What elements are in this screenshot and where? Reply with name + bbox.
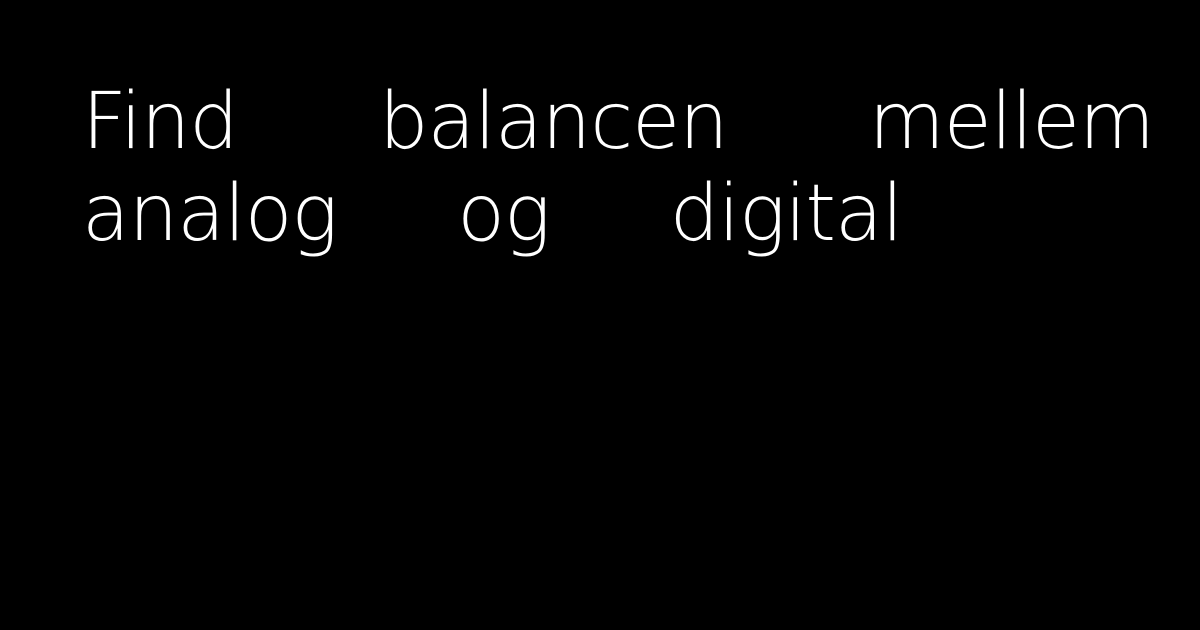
headline-word: balancen (379, 77, 729, 167)
headline-word: og (457, 169, 551, 259)
headline-word: digital (669, 169, 904, 259)
share-card: Find balancen mellem analog og digital (0, 0, 1200, 630)
headline-word: Find (82, 77, 239, 167)
headline-line-1: Find balancen mellem (82, 76, 1155, 168)
headline-word: mellem (868, 77, 1155, 167)
headline-word: analog (82, 169, 338, 259)
headline-line-2: analog og digital (82, 168, 1154, 260)
headline: Find balancen mellem analog og digital (82, 76, 1155, 260)
